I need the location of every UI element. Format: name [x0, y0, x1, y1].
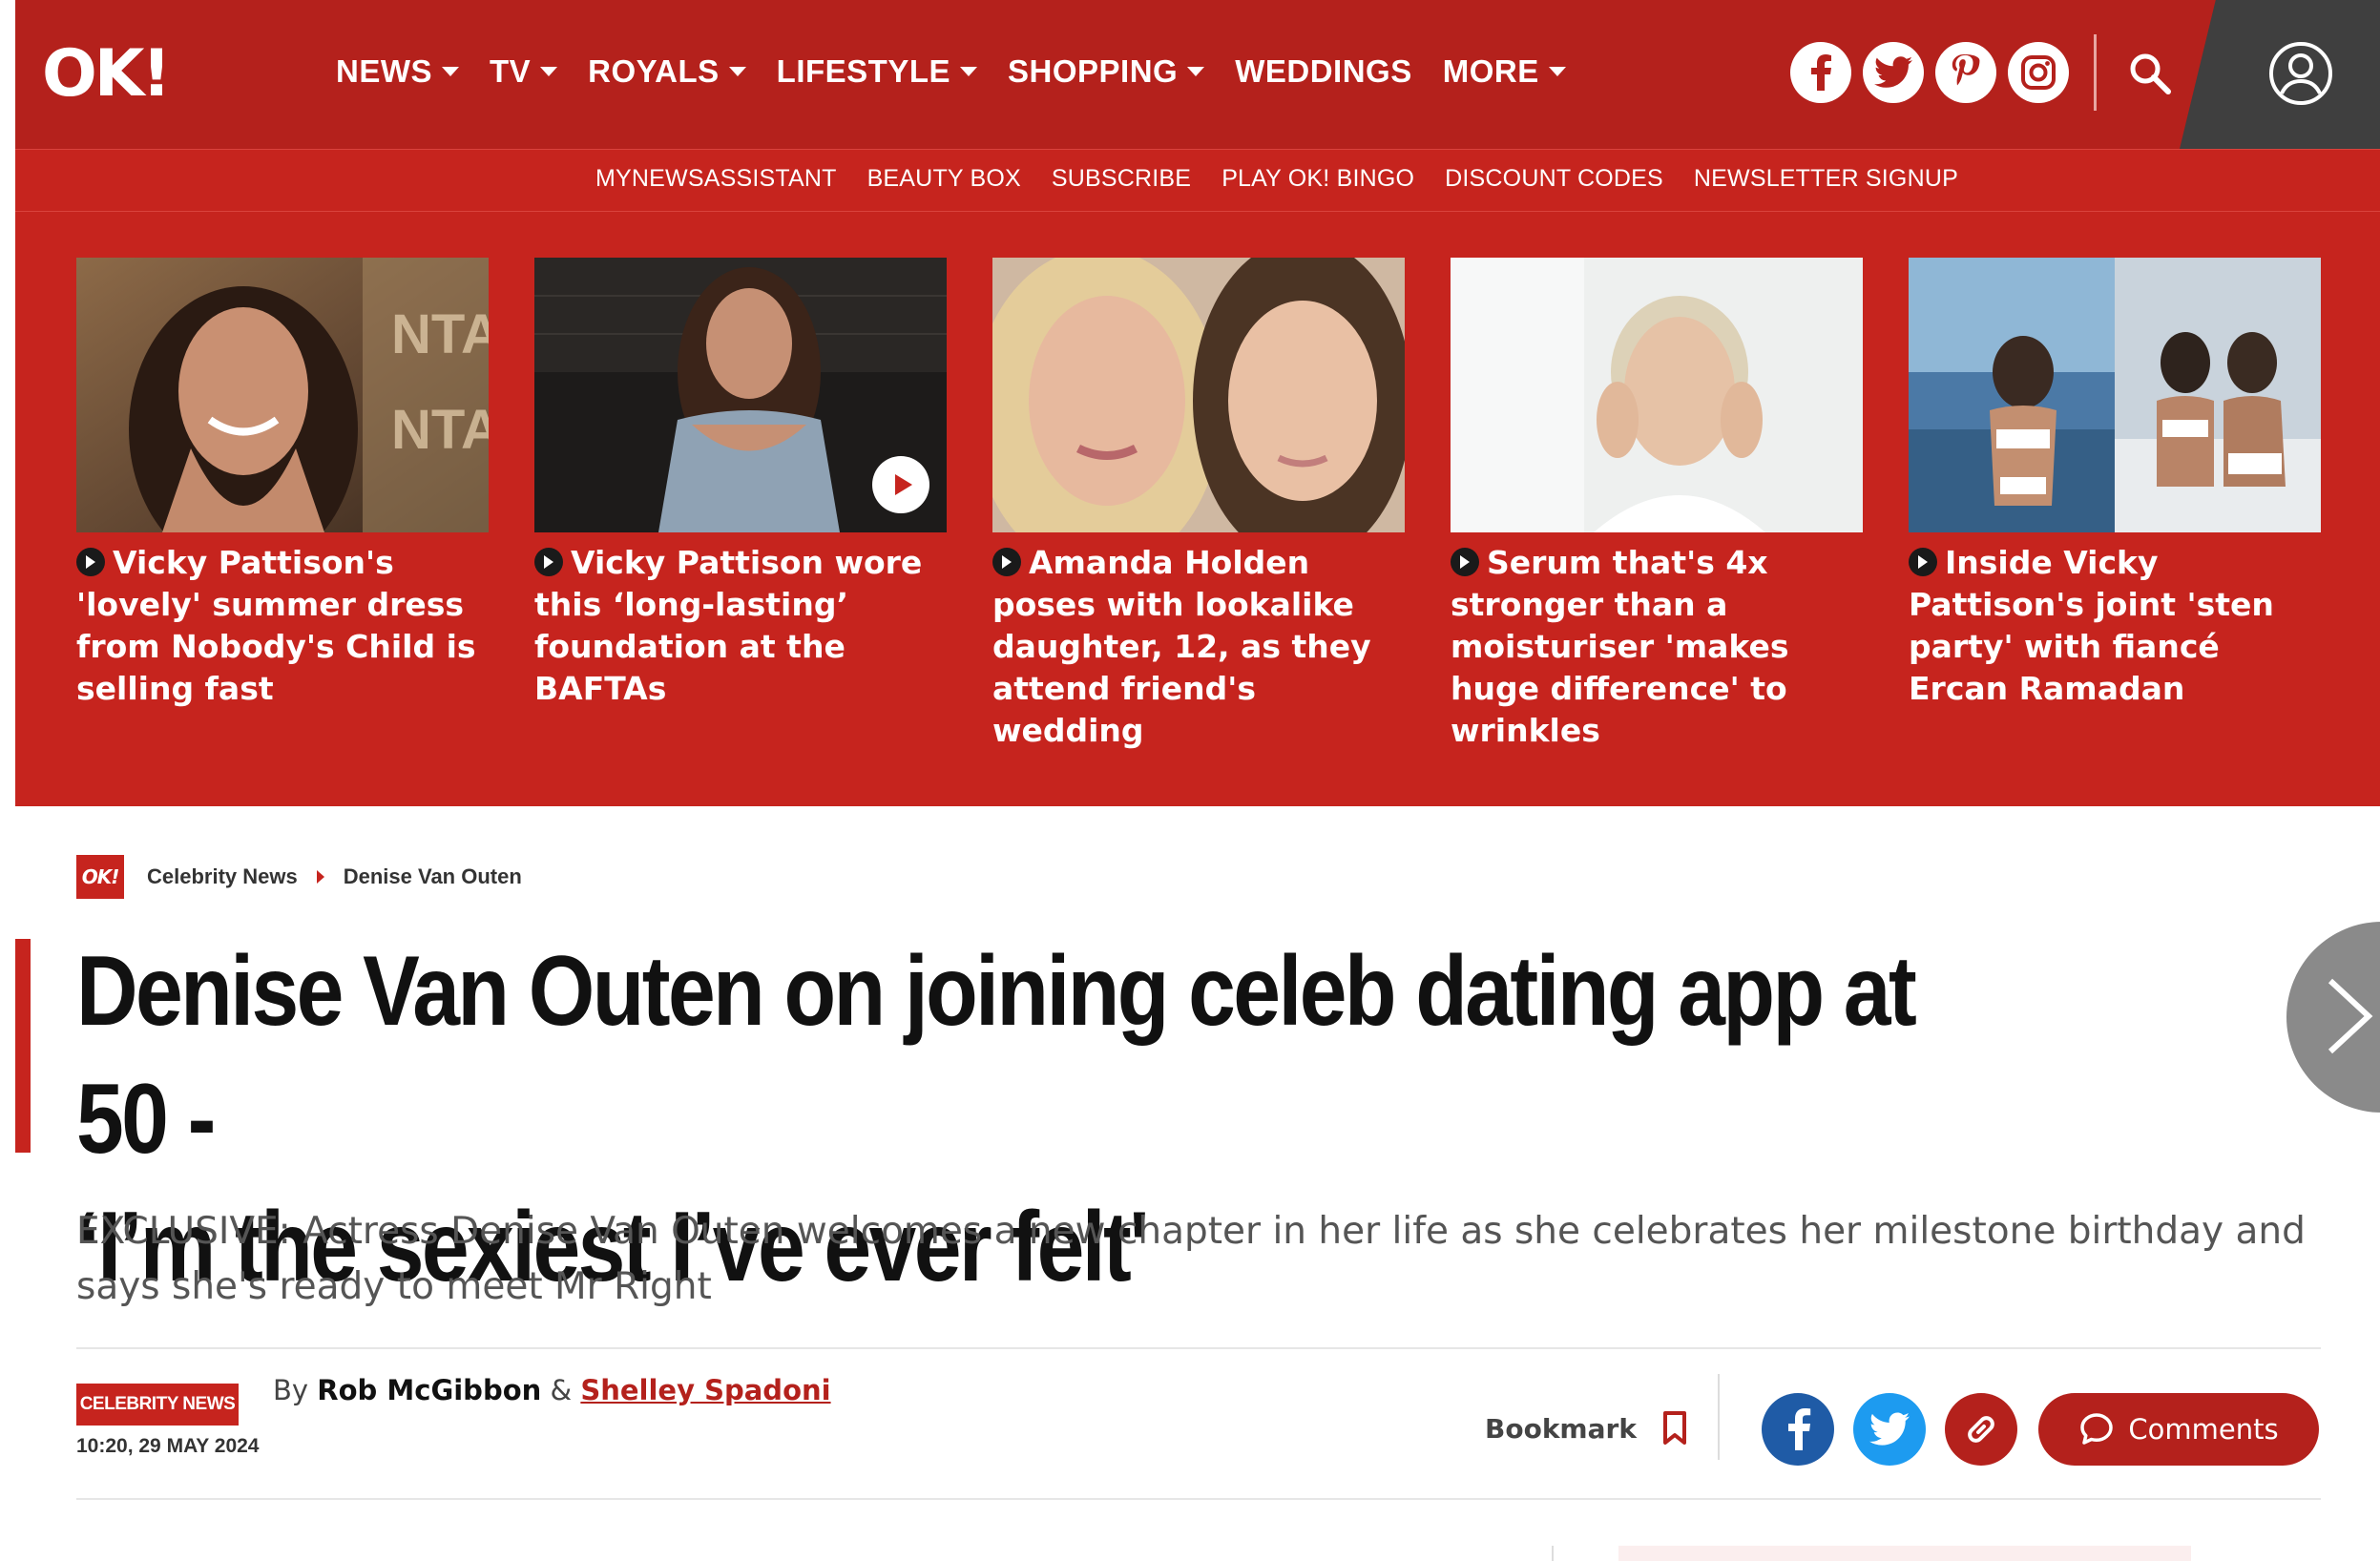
article-standfirst: EXCLUSIVE: Actress Denise Van Outen welc… [76, 1210, 2306, 1308]
chevron-down-icon [1187, 67, 1205, 76]
secondary-nav: MYNEWSASSISTANT BEAUTY BOX SUBSCRIBE PLA… [595, 165, 1989, 193]
breadcrumb-item-denise-van-outen[interactable]: Denise Van Outen [344, 864, 522, 889]
facebook-share-icon[interactable] [1762, 1393, 1834, 1466]
subnav-item-beauty-box[interactable]: BEAUTY BOX [867, 165, 1021, 193]
category-badge[interactable]: CELEBRITY NEWS [76, 1384, 239, 1426]
facebook-icon[interactable] [1790, 42, 1851, 103]
teaser-title-text: Amanda Holden poses with lookalike daugh… [992, 544, 1371, 749]
chevron-down-icon [442, 67, 459, 76]
byline-separator: & [550, 1374, 573, 1406]
subnav-item-subscribe[interactable]: SUBSCRIBE [1052, 165, 1191, 193]
chevron-right-icon [1909, 548, 1937, 576]
teaser-card[interactable]: Serum that's 4x stronger than a moisturi… [1451, 258, 1863, 752]
teaser-card[interactable]: Inside Vicky Pattison's joint 'sten part… [1909, 258, 2321, 710]
bookmark-button[interactable]: Bookmark [1485, 1410, 1688, 1447]
divider [76, 1498, 2321, 1500]
main-nav: NEWS TV ROYALS LIFESTYLE SHOPPING WEDDIN… [336, 53, 1597, 90]
chevron-right-icon [534, 548, 563, 576]
account-icon[interactable] [2267, 40, 2334, 107]
teaser-title[interactable]: Serum that's 4x stronger than a moisturi… [1451, 542, 1863, 752]
sidebar-box [1618, 1546, 2191, 1561]
teaser-title-text: Vicky Pattison's 'lovely' summer dress f… [76, 544, 476, 707]
headline-accent-bar [15, 939, 31, 1153]
teaser-image[interactable]: NTA NTA [76, 258, 489, 532]
comments-label: Comments [2128, 1413, 2279, 1446]
subnav-item-newsletter-signup[interactable]: NEWSLETTER SIGNUP [1694, 165, 1958, 193]
ok-badge-logo[interactable]: OK! [76, 855, 124, 899]
nav-item-news[interactable]: NEWS [336, 53, 459, 90]
teaser-title[interactable]: Amanda Holden poses with lookalike daugh… [992, 542, 1405, 752]
chevron-down-icon [728, 67, 746, 76]
chevron-right-icon [1451, 548, 1479, 576]
divider [2094, 34, 2097, 111]
author-link[interactable]: Rob McGibbon [317, 1374, 541, 1406]
teaser-card[interactable]: NTA NTA Vicky Pattison's 'lovely' summer… [76, 258, 489, 710]
nav-label: ROYALS [588, 53, 720, 89]
bookmark-icon [1662, 1411, 1686, 1445]
subnav-item-play-ok-bingo[interactable]: PLAY OK! BINGO [1221, 165, 1414, 193]
divider [1552, 1546, 1554, 1561]
subnav-item-mynewsassistant[interactable]: MYNEWSASSISTANT [595, 165, 837, 193]
chevron-right-icon [2328, 978, 2373, 1054]
nav-label: MORE [1442, 53, 1539, 89]
teaser-card[interactable]: Vicky Pattison wore this ‘long-lasting’ … [534, 258, 947, 710]
comments-button[interactable]: Comments [2038, 1393, 2319, 1466]
next-article-button[interactable] [2286, 922, 2380, 1113]
teaser-image[interactable] [1451, 258, 1863, 532]
teaser-title-text: Serum that's 4x stronger than a moisturi… [1451, 544, 1789, 749]
teaser-image[interactable] [992, 258, 1405, 532]
subnav-item-discount-codes[interactable]: DISCOUNT CODES [1445, 165, 1663, 193]
bookmark-label: Bookmark [1485, 1412, 1637, 1445]
headline-line: Denise Van Outen on joining celeb dating… [76, 936, 1917, 1175]
instagram-icon[interactable] [2008, 42, 2069, 103]
nav-label: NEWS [336, 53, 432, 89]
teaser-title[interactable]: Vicky Pattison's 'lovely' summer dress f… [76, 542, 489, 710]
twitter-icon[interactable] [1863, 42, 1924, 103]
svg-text:NTA: NTA [391, 303, 489, 365]
play-video-icon[interactable] [872, 456, 929, 513]
teaser-card[interactable]: Amanda Holden poses with lookalike daugh… [992, 258, 1405, 752]
author-link[interactable]: Shelley Spadoni [580, 1374, 830, 1406]
divider [76, 1347, 2321, 1349]
nav-label: TV [490, 53, 532, 89]
nav-item-weddings[interactable]: WEDDINGS [1235, 53, 1412, 90]
teaser-title-text: Vicky Pattison wore this ‘long-lasting’ … [534, 544, 923, 707]
top-navigation-bar: OK! NEWS TV ROYALS LIFESTYLE SHOPPING WE… [15, 0, 2380, 149]
secondary-nav-bar: MYNEWSASSISTANT BEAUTY BOX SUBSCRIBE PLA… [15, 149, 2380, 212]
nav-label: SHOPPING [1008, 53, 1179, 89]
breadcrumb: OK! Celebrity News Denise Van Outen [76, 855, 522, 899]
nav-item-tv[interactable]: TV [490, 53, 558, 90]
chevron-down-icon [960, 67, 977, 76]
teaser-title[interactable]: Vicky Pattison wore this ‘long-lasting’ … [534, 542, 947, 710]
site-logo[interactable]: OK! [42, 36, 172, 113]
chevron-down-icon [540, 67, 558, 76]
comment-bubble-icon [2080, 1413, 2114, 1445]
teaser-strip: NTA NTA Vicky Pattison's 'lovely' summer… [15, 212, 2380, 806]
pinterest-icon[interactable] [1935, 42, 1996, 103]
teaser-image[interactable] [1909, 258, 2321, 532]
svg-text:NTA: NTA [391, 399, 489, 461]
breadcrumb-separator-icon [316, 870, 324, 884]
breadcrumb-item-celebrity-news[interactable]: Celebrity News [147, 864, 298, 889]
twitter-share-icon[interactable] [1853, 1393, 1926, 1466]
teaser-image[interactable] [534, 258, 947, 532]
byline-prefix: By [273, 1374, 309, 1406]
search-icon[interactable] [2124, 48, 2178, 101]
nav-item-more[interactable]: MORE [1443, 53, 1566, 90]
chevron-right-icon [76, 548, 105, 576]
nav-label: WEDDINGS [1235, 53, 1412, 89]
nav-item-royals[interactable]: ROYALS [588, 53, 746, 90]
chevron-down-icon [1548, 67, 1566, 76]
divider [1718, 1374, 1720, 1460]
social-links [1790, 42, 2069, 103]
teaser-title-text: Inside Vicky Pattison's joint 'sten part… [1909, 544, 2274, 707]
article-timestamp: 10:20, 29 MAY 2024 [76, 1435, 260, 1457]
nav-item-shopping[interactable]: SHOPPING [1008, 53, 1205, 90]
nav-item-lifestyle[interactable]: LIFESTYLE [777, 53, 977, 90]
byline: By Rob McGibbon & Shelley Spadoni [273, 1374, 831, 1406]
nav-label: LIFESTYLE [776, 53, 950, 89]
teaser-title[interactable]: Inside Vicky Pattison's joint 'sten part… [1909, 542, 2321, 710]
chevron-right-icon [992, 548, 1021, 576]
link-share-icon[interactable] [1945, 1393, 2017, 1466]
